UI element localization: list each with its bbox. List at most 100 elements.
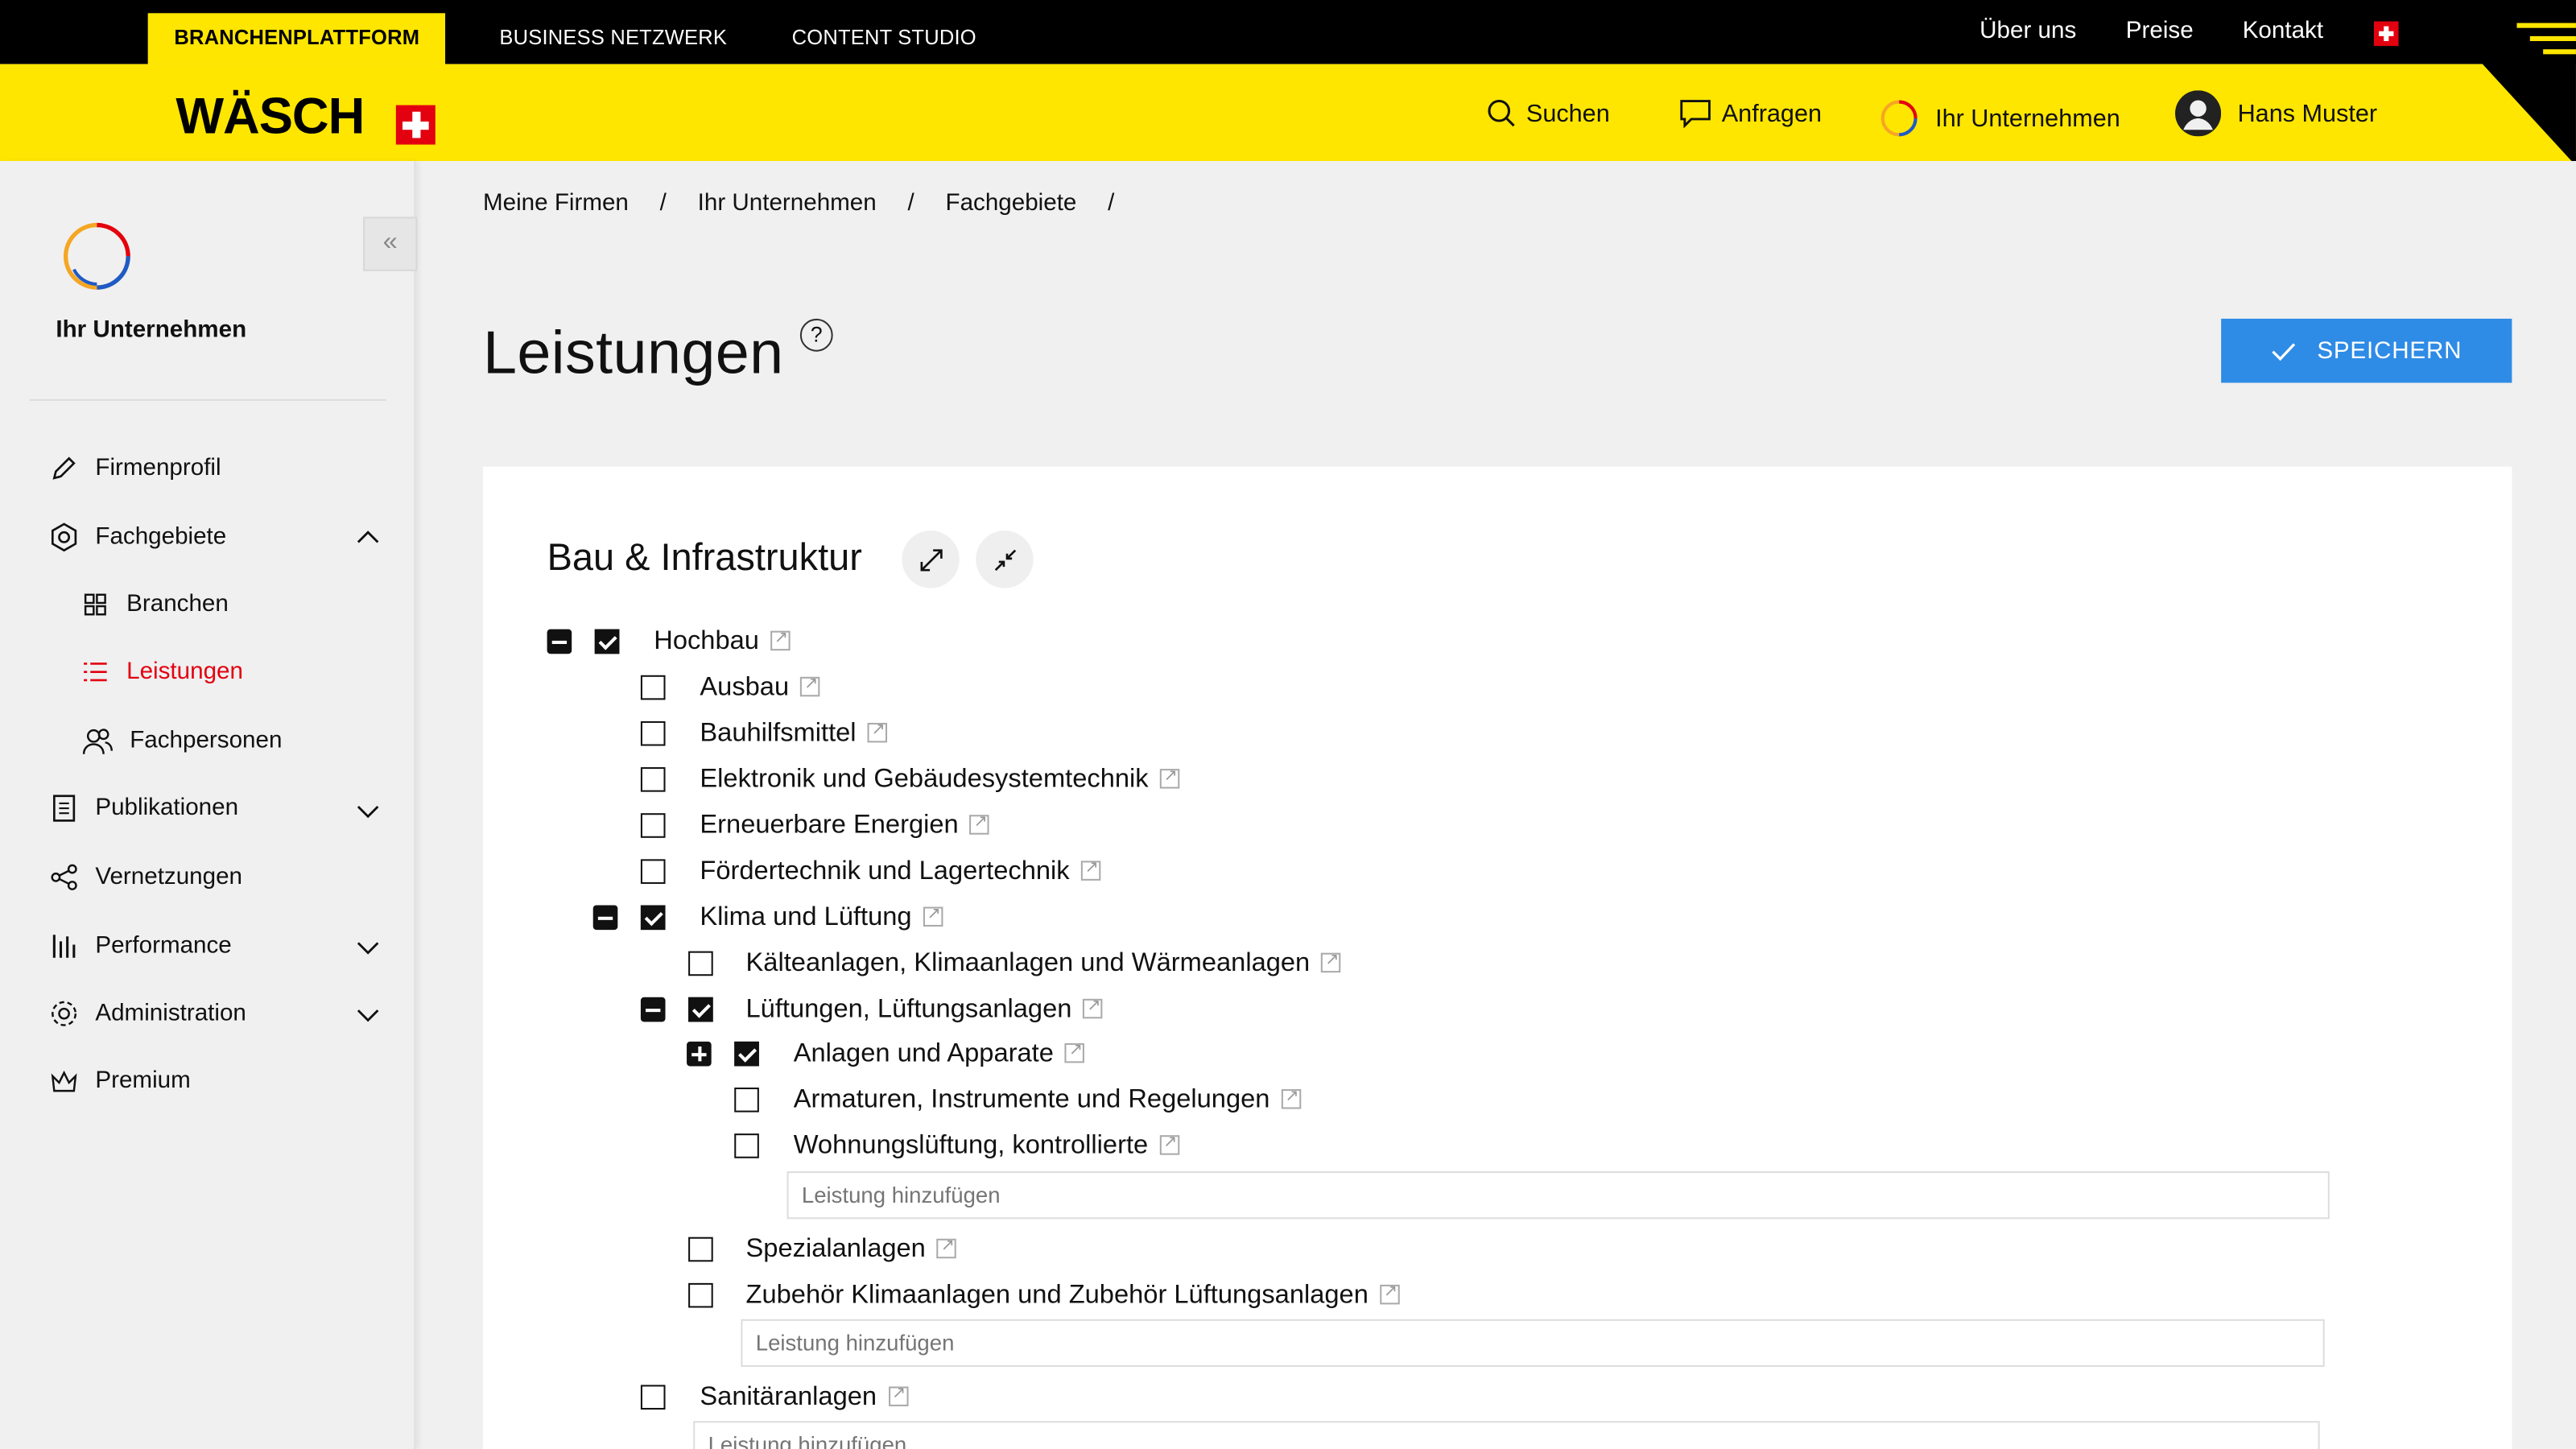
checkbox-foerdertechnik[interactable] (640, 859, 666, 884)
tree-item-label: Fördertechnik und Lagertechnik (700, 857, 1101, 887)
company-link[interactable]: Ihr Unternehmen (1880, 98, 2120, 138)
main-header: WÄSCH Suchen Anfragen Ihr Unternehmen Ha… (0, 64, 2576, 161)
checkbox-spezialanlagen[interactable] (688, 1236, 713, 1262)
external-link-icon[interactable] (1080, 857, 1101, 881)
breadcrumb-item[interactable]: Ihr Unternehmen (698, 191, 877, 217)
checkbox-zubehoer[interactable] (688, 1282, 713, 1308)
external-link-icon[interactable] (1321, 950, 1341, 973)
checkbox-lueftungen[interactable] (688, 997, 713, 1022)
sidebar-item-label: Fachpersonen (130, 728, 283, 754)
checkbox-klima-lueftung[interactable] (640, 905, 666, 931)
link-kontakt[interactable]: Kontakt (2243, 18, 2323, 44)
checkbox-hochbau[interactable] (594, 629, 620, 654)
collapse-icon (993, 548, 1016, 571)
collapse-toggle[interactable] (592, 905, 618, 931)
help-icon[interactable]: ? (799, 318, 833, 352)
collapse-toggle[interactable] (547, 629, 572, 654)
link-preise[interactable]: Preise (2126, 18, 2194, 44)
checkbox-erneuerbare-energien[interactable] (640, 813, 666, 838)
chevron-down-icon[interactable] (355, 1005, 382, 1025)
sidebar-item-label: Publikationen (95, 795, 239, 822)
chevron-up-icon[interactable] (355, 527, 382, 547)
tree-item-label: Anlagen und Apparate (794, 1040, 1085, 1070)
external-link-icon[interactable] (923, 903, 943, 927)
tab-branchenplattform[interactable]: BRANCHENPLATTFORM (147, 13, 446, 64)
user-menu[interactable]: Hans Muster (2175, 90, 2377, 137)
expand-all-button[interactable] (902, 530, 960, 588)
sidebar-item-label: Firmenprofil (95, 455, 221, 481)
tree-item-label: Kälteanlagen, Klimaanlagen und Wärmeanla… (746, 950, 1341, 980)
crown-icon (51, 1070, 77, 1092)
tree-item-label: Spezialanlagen (746, 1236, 957, 1265)
expand-toggle[interactable] (687, 1041, 712, 1067)
external-link-icon[interactable] (1159, 1132, 1179, 1155)
checkbox-bauhilfsmittel[interactable] (640, 720, 666, 746)
sidebar-item-performance[interactable]: Performance (49, 931, 232, 961)
sidebar-item-publikationen[interactable]: Publikationen (49, 794, 238, 824)
chevron-down-icon[interactable] (355, 938, 382, 957)
sidebar-item-branchen[interactable]: Branchen (80, 590, 229, 620)
chevron-down-icon[interactable] (355, 802, 382, 821)
save-label: SPEICHERN (2317, 337, 2462, 365)
sidebar-item-leistungen[interactable]: Leistungen (80, 657, 243, 687)
checkbox-kaelteanlagen[interactable] (688, 951, 713, 976)
checkbox-anlagen-apparate[interactable] (734, 1041, 759, 1067)
sidebar-item-premium[interactable]: Premium (49, 1066, 191, 1096)
sidebar-item-label: Leistungen (126, 658, 243, 686)
sidebar-item-label: Administration (95, 1000, 246, 1027)
save-button[interactable]: SPEICHERN (2221, 318, 2512, 383)
external-link-icon[interactable] (1281, 1086, 1302, 1109)
external-link-icon[interactable] (1159, 766, 1180, 789)
gear-icon (52, 1001, 77, 1026)
logo[interactable]: WÄSCH (175, 87, 365, 146)
tree-item-label: Erneuerbare Energien (700, 811, 990, 841)
external-link-icon[interactable] (770, 628, 791, 651)
external-link-icon[interactable] (1083, 996, 1104, 1019)
external-link-icon[interactable] (1380, 1282, 1400, 1305)
external-link-icon[interactable] (867, 720, 888, 743)
sidebar-item-fachpersonen[interactable]: Fachpersonen (80, 726, 282, 756)
collapse-sidebar-button[interactable]: « (363, 217, 418, 271)
requests-link[interactable]: Anfragen (1679, 98, 1822, 129)
collapse-toggle[interactable] (640, 997, 666, 1022)
company-label: Ihr Unternehmen (1935, 104, 2120, 133)
section-title: Bau & Infrastruktur (547, 535, 862, 579)
checkbox-ausbau[interactable] (640, 675, 666, 700)
services-card: Bau & Infrastruktur Hochbau Ausbau Bauhi… (482, 466, 2512, 1449)
external-link-icon[interactable] (800, 674, 820, 697)
grid-icon (84, 593, 106, 616)
add-service-input[interactable] (693, 1421, 2320, 1449)
sidebar-item-label: Branchen (126, 591, 229, 618)
breadcrumb-item[interactable]: Meine Firmen (483, 191, 629, 217)
sidebar-item-fachgebiete[interactable]: Fachgebiete (49, 522, 226, 552)
link-ueber-uns[interactable]: Über uns (1979, 18, 2076, 44)
breadcrumb-item[interactable]: Fachgebiete (946, 191, 1077, 217)
sidebar-item-administration[interactable]: Administration (49, 999, 246, 1029)
breadcrumb: Meine Firmen / Ihr Unternehmen / Fachgeb… (483, 191, 1146, 217)
sidebar-item-firmenprofil[interactable]: Firmenprofil (49, 453, 221, 483)
tree-item-label: Klima und Lüftung (700, 903, 943, 933)
checkbox-sanitaeranlagen[interactable] (640, 1385, 666, 1410)
bars-icon (52, 935, 76, 958)
menu-icon[interactable] (2428, 0, 2576, 161)
swiss-flag-icon[interactable] (2373, 21, 2399, 47)
external-link-icon[interactable] (888, 1383, 908, 1406)
sidebar: « Ihr Unternehmen Firmenprofil Fachgebie… (0, 160, 418, 1449)
add-service-input[interactable] (786, 1171, 2330, 1220)
checkbox-elektronik[interactable] (640, 767, 666, 792)
sidebar-item-vernetzungen[interactable]: Vernetzungen (49, 862, 242, 892)
external-link-icon[interactable] (937, 1236, 957, 1259)
collapse-all-button[interactable] (976, 530, 1034, 588)
external-link-icon[interactable] (1065, 1040, 1085, 1063)
checkbox-armaturen[interactable] (734, 1088, 759, 1113)
external-link-icon[interactable] (969, 811, 990, 835)
company-logo (63, 222, 130, 290)
sidebar-item-label: Fachgebiete (95, 524, 227, 551)
document-icon (53, 795, 76, 822)
tab-content-studio[interactable]: CONTENT STUDIO (792, 13, 976, 64)
tab-business-netzwerk[interactable]: BUSINESS NETZWERK (499, 13, 727, 64)
breadcrumb-separator: / (907, 190, 914, 217)
search-link[interactable]: Suchen (1487, 98, 1610, 128)
checkbox-wohnungslueftung[interactable] (734, 1133, 759, 1158)
add-service-input[interactable] (741, 1319, 2325, 1367)
